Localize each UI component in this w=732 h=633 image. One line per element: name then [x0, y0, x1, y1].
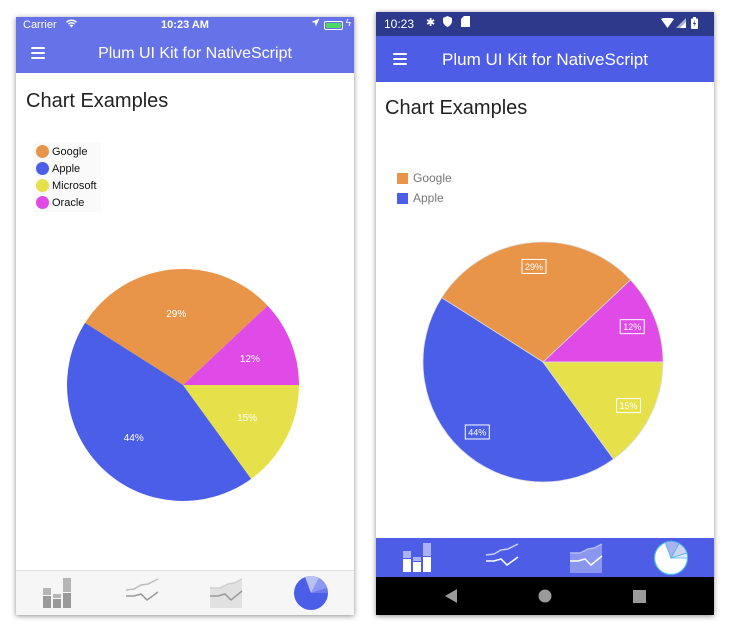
legend-label: Microsoft	[52, 179, 97, 192]
legend-swatch	[36, 145, 49, 158]
legend-label: Google	[413, 171, 452, 185]
legend-swatch	[397, 172, 408, 184]
pie-chart-icon	[294, 575, 328, 610]
legend-label: Apple	[413, 191, 444, 205]
bottom-tab-bar	[16, 570, 354, 615]
page-title: Chart Examples	[385, 97, 528, 119]
pie-chart-tab[interactable]	[268, 571, 354, 615]
line-chart-icon	[125, 578, 159, 601]
chart-legend: Google Apple	[397, 168, 452, 208]
legend-label: Apple	[52, 162, 81, 175]
data-label-oracle: 12%	[623, 322, 641, 332]
data-label-oracle: 12%	[240, 354, 260, 365]
battery-icon	[324, 21, 343, 30]
android-screen: 10:23 ✱ Plum UI Kit for NativeScript Cha…	[376, 12, 714, 615]
bar-chart-tab[interactable]	[376, 538, 460, 577]
legend-item-apple: Apple	[397, 188, 452, 208]
line-chart-icon	[485, 542, 519, 566]
app-title: Plum UI Kit for NativeScript	[98, 45, 292, 62]
legend-swatch	[36, 162, 49, 175]
charging-icon: ϟ	[345, 18, 351, 29]
android-status-bar: 10:23 ✱	[376, 12, 714, 36]
pie-chart-icon	[653, 540, 689, 575]
line-chart-tab[interactable]	[100, 571, 184, 615]
line-chart-tab[interactable]	[460, 538, 544, 577]
legend-label: Oracle	[52, 196, 85, 209]
settings-icon: ✱	[426, 17, 436, 29]
data-label-google: 29%	[525, 262, 543, 272]
bar-chart-tab[interactable]	[16, 571, 100, 615]
ios-screen: Carrier 10:23 AM ϟ Plum UI Kit for Nativ…	[16, 17, 354, 615]
legend-item-oracle: Oracle	[36, 194, 97, 211]
page-title: Chart Examples	[26, 90, 169, 112]
area-chart-tab[interactable]	[184, 571, 268, 615]
recents-button[interactable]	[619, 577, 659, 615]
pie-chart[interactable]: 12% 29% 44% 15%	[65, 267, 301, 503]
legend-item-google: Google	[36, 143, 97, 160]
data-label-apple: 44%	[124, 433, 144, 444]
pie-chart[interactable]: 12% 29% 44% 15%	[421, 240, 665, 484]
recents-icon	[632, 589, 646, 603]
home-button[interactable]	[525, 577, 565, 615]
shield-icon	[443, 16, 452, 30]
android-action-bar: Plum UI Kit for NativeScript	[376, 36, 714, 82]
ios-action-bar: Plum UI Kit for NativeScript	[16, 35, 354, 73]
bottom-tab-bar	[376, 538, 714, 577]
legend-item-microsoft: Microsoft	[36, 177, 97, 194]
ios-header: Carrier 10:23 AM ϟ Plum UI Kit for Nativ…	[16, 17, 354, 73]
chart-legend: Google Apple Microsoft Oracle	[34, 142, 101, 212]
legend-swatch	[36, 179, 49, 192]
back-icon	[445, 589, 457, 603]
status-time: 10:23 AM	[161, 19, 209, 31]
sd-card-icon	[461, 16, 470, 30]
wifi-icon	[661, 17, 674, 31]
area-chart-icon	[210, 578, 243, 608]
back-button[interactable]	[431, 577, 471, 615]
status-time: 10:23	[384, 17, 415, 31]
legend-swatch	[397, 192, 408, 204]
area-chart-tab[interactable]	[544, 538, 628, 577]
battery-icon	[691, 17, 698, 32]
bar-chart-icon	[43, 578, 71, 608]
location-icon	[311, 18, 320, 30]
data-label-apple: 44%	[468, 427, 486, 437]
signal-icon	[676, 18, 686, 31]
legend-swatch	[36, 196, 49, 209]
legend-label: Google	[52, 145, 88, 158]
legend-item-google: Google	[397, 168, 452, 188]
home-icon	[538, 589, 552, 603]
pie-chart-tab[interactable]	[628, 538, 714, 577]
legend-item-apple: Apple	[36, 160, 97, 177]
app-title: Plum UI Kit for NativeScript	[442, 50, 648, 69]
data-label-microsoft: 15%	[237, 413, 257, 424]
area-chart-icon	[570, 542, 603, 573]
data-label-google: 29%	[166, 309, 186, 320]
bar-chart-icon	[403, 542, 431, 572]
data-label-microsoft: 15%	[620, 401, 638, 411]
ios-status-bar: Carrier 10:23 AM ϟ	[16, 17, 354, 35]
system-navigation-bar	[376, 577, 714, 615]
